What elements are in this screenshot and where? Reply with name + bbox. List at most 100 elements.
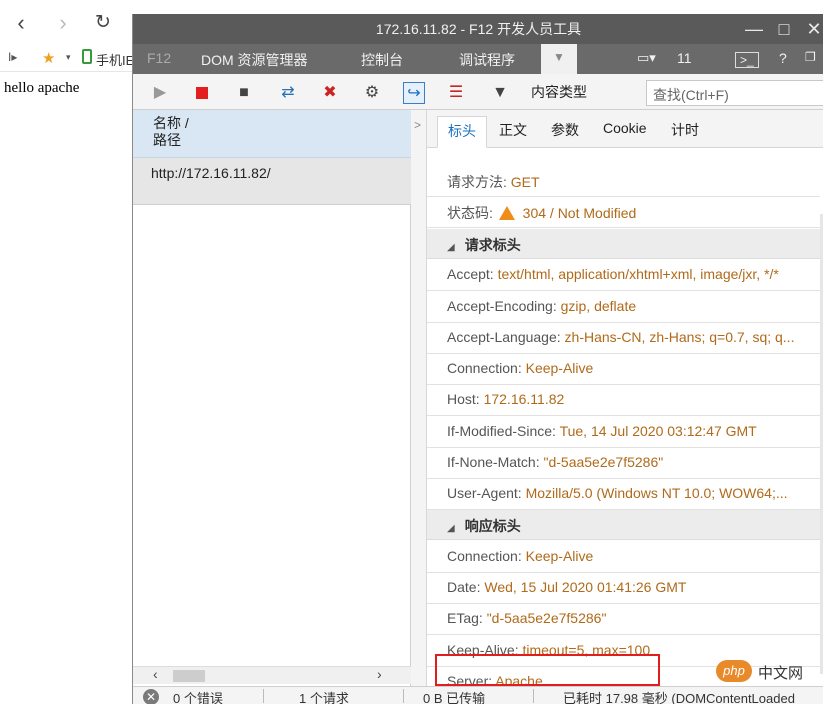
request-header-row: User-Agent: Mozilla/5.0 (Windows NT 10.0… [427,479,820,510]
help-icon[interactable]: ? [779,50,787,66]
header-key: Connection: [447,360,522,376]
status-divider [533,689,534,703]
status-value: 304 / Not Modified [522,205,637,221]
request-detail-pane: 标头 正文 参数 Cookie 计时 请求方法: GET 状态码: 304 / … [427,110,823,684]
minimize-icon[interactable]: — [743,18,765,40]
clear-cache-icon[interactable]: ⚙ [361,82,383,104]
header-value: Keep-Alive [525,548,594,564]
request-list-header[interactable]: 名称 / 路径 [133,110,411,158]
find-input[interactable]: 查找(Ctrl+F) [646,80,823,106]
tab-headers[interactable]: 标头 [437,116,487,148]
clear-session-icon[interactable]: ☰ [445,82,467,104]
pane-splitter[interactable]: > [411,110,427,704]
star-icon[interactable]: ★ [42,49,55,67]
tab-network[interactable]: ▼ [541,44,577,74]
scroll-right-icon[interactable]: › [377,666,382,682]
tab-f12[interactable]: F12 [147,50,171,66]
request-header-row: If-None-Match: "d-5aa5e2e7f5286" [427,448,820,479]
header-value: Keep-Alive [525,360,594,376]
header-value: text/html, application/xhtml+xml, image/… [497,266,779,282]
response-header-row: Date: Wed, 15 Jul 2020 01:41:26 GMT [427,573,820,604]
reload-icon[interactable]: ↻ [90,10,116,36]
header-key: User-Agent: [447,485,522,501]
content-type-filter[interactable]: 内容类型 [531,82,587,102]
forward-arrow-icon[interactable]: › [50,10,76,36]
response-headers-section[interactable]: ◢ 响应标头 [427,510,820,540]
warning-icon [498,206,515,220]
request-header-row: Accept-Encoding: gzip, deflate [427,292,820,323]
devtools-window: 172.16.11.82 - F12 开发人员工具 — □ ✕ F12 DOM … [132,14,823,704]
back-arrow-icon[interactable]: ‹ [8,10,34,36]
stop-icon[interactable] [191,82,213,104]
detail-tabbar: 标头 正文 参数 Cookie 计时 [427,110,823,148]
request-headers-section[interactable]: ◢ 请求标头 [427,229,820,259]
page-body-text: hello apache [4,80,80,96]
filter-icon[interactable]: ▼ [489,82,511,104]
response-header-row: Connection: Keep-Alive [427,542,820,573]
tab-console[interactable]: 控制台 [361,50,403,70]
server-header-highlight [435,654,660,686]
import-icon[interactable]: ⇄ [277,82,299,104]
devtools-title: 172.16.11.82 - F12 开发人员工具 [375,21,582,37]
header-path-label: 路径 [153,132,181,148]
header-value: 172.16.11.82 [483,391,565,407]
elapsed-time: 已耗时 17.98 毫秒 (DOMContentLoaded [563,691,795,704]
watermark-text: 中文网 [758,665,804,682]
chevron-down-icon[interactable]: ▾ [66,52,71,63]
status-divider [403,689,404,703]
favorites-bar: I▸ ★ ▾ 手机IE [0,46,140,72]
scroll-left-icon[interactable]: ‹ [153,666,158,682]
tab-parameters[interactable]: 参数 [551,120,579,140]
request-row[interactable]: http://172.16.11.82/ [133,158,411,205]
expand-arrow-icon[interactable]: > [414,118,421,132]
phone-icon [82,49,92,64]
play-icon[interactable]: ▶ [149,82,171,104]
tab-timings[interactable]: 计时 [671,120,699,140]
collapse-triangle-icon[interactable]: ◢ [447,523,455,534]
pin-icon[interactable]: ❐ [805,50,816,64]
header-key: Accept: [447,266,494,282]
tab-body[interactable]: 正文 [499,120,527,140]
header-name-label: 名称 / [153,115,189,131]
save-icon[interactable]: ■ [233,82,255,104]
summary-status-row: 状态码: 304 / Not Modified [427,197,820,228]
header-key: Accept-Encoding: [447,298,557,314]
always-refresh-icon[interactable]: ↪ [403,82,425,104]
header-value: Mozilla/5.0 (Windows NT 10.0; WOW64;... [525,485,788,501]
horizontal-scrollbar[interactable]: ‹ › [133,666,411,684]
status-divider [263,689,264,703]
devtools-tabbar: F12 DOM 资源管理器 控制台 调试程序 ▭▾ 11 >_ ? ❐ [133,44,823,74]
favorites-item-mobile[interactable]: 手机IE [96,50,134,69]
tab-debugger[interactable]: 调试程序 [459,50,515,70]
request-headers-title: 请求标头 [464,237,521,253]
tab-cookie[interactable]: Cookie [603,120,647,136]
header-value: Wed, 15 Jul 2020 01:41:26 GMT [484,579,687,595]
collapse-triangle-icon[interactable]: ◢ [447,242,455,253]
close-icon[interactable]: ✕ [803,18,823,40]
clear-entries-icon[interactable]: ✖ [319,82,341,104]
sidebar-toggle-icon[interactable]: I▸ [8,50,17,64]
console-icon[interactable]: >_ [735,52,759,68]
method-key: 请求方法: [447,174,507,190]
header-value: gzip, deflate [560,298,637,314]
php-logo: php [716,660,752,682]
request-header-row: Host: 172.16.11.82 [427,385,820,416]
header-key: Connection: [447,548,522,564]
header-key: Accept-Language: [447,329,561,345]
bytes-transferred: 0 B 已传输 [423,691,486,704]
scrollbar-thumb[interactable] [173,670,205,682]
tab-dom-explorer[interactable]: DOM 资源管理器 [201,50,308,70]
maximize-icon[interactable]: □ [773,18,795,40]
summary-method-row: 请求方法: GET [427,166,820,197]
request-header-row: Connection: Keep-Alive [427,354,820,385]
header-key: If-Modified-Since: [447,423,556,439]
request-header-row: Accept: text/html, application/xhtml+xml… [427,260,820,291]
header-value: zh-Hans-CN, zh-Hans; q=0.7, sq; q... [564,329,795,345]
method-value: GET [510,174,540,190]
emulation-count[interactable]: 11 [677,50,692,66]
monitor-icon[interactable]: ▭▾ [637,50,656,66]
header-value: Tue, 14 Jul 2020 03:12:47 GMT [559,423,757,439]
status-bar: ✕ 0 个错误 1 个请求 0 B 已传输 已耗时 17.98 毫秒 (DOMC… [133,686,823,704]
header-key: If-None-Match: [447,454,540,470]
response-headers-title: 响应标头 [464,518,521,534]
